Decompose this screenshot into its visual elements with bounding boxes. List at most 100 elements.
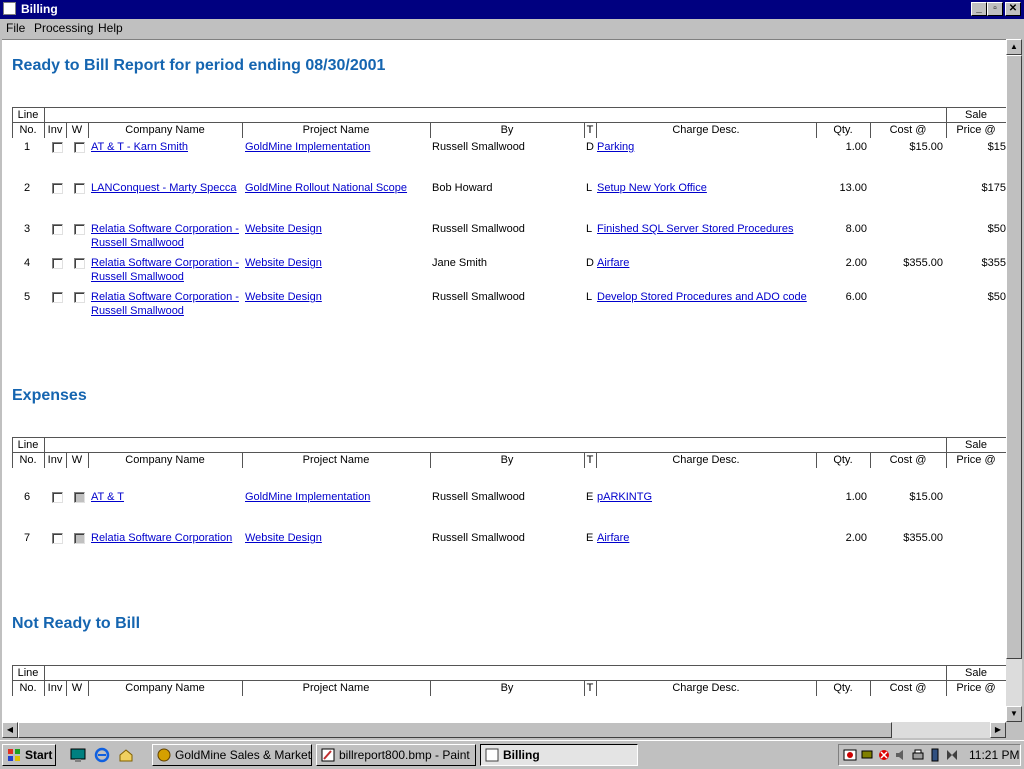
vertical-scrollbar[interactable]: ▲ ▼	[1006, 39, 1022, 722]
desktop-icon[interactable]	[70, 747, 86, 763]
company-link[interactable]: Relatia Software Corporation -	[91, 223, 239, 235]
inv-checkbox[interactable]	[52, 533, 63, 544]
project-link[interactable]: Website Design	[245, 257, 322, 269]
windows-logo-icon	[8, 749, 20, 761]
by-text: Russell Smallwood	[432, 532, 525, 544]
section-title-ready: Ready to Bill Report for period ending 0…	[12, 57, 386, 74]
app-icon[interactable]	[3, 2, 16, 15]
w-checkbox[interactable]	[74, 183, 85, 194]
start-button[interactable]: Start	[2, 744, 56, 766]
inv-checkbox[interactable]	[52, 224, 63, 235]
charge-link[interactable]: Develop Stored Procedures and ADO code	[597, 291, 807, 303]
start-label: Start	[25, 748, 53, 762]
project-link[interactable]: GoldMine Implementation	[245, 491, 370, 503]
minimize-button[interactable]: _	[971, 2, 987, 16]
header-charge: Charge Desc.	[672, 124, 740, 136]
vertical-scroll-thumb[interactable]	[1006, 55, 1022, 659]
header-qty: Qty.	[833, 682, 853, 694]
charge-link[interactable]: Parking	[597, 141, 634, 153]
inv-checkbox[interactable]	[52, 183, 63, 194]
inv-checkbox[interactable]	[52, 492, 63, 503]
price-value: $50	[987, 291, 1006, 303]
type-text: E	[586, 532, 594, 544]
menu-processing[interactable]: Processing	[34, 21, 93, 35]
horizontal-scroll-thumb[interactable]	[18, 722, 892, 738]
project-link[interactable]: GoldMine Implementation	[245, 141, 370, 153]
charge-link[interactable]: Setup New York Office	[597, 182, 707, 194]
header-t: T	[586, 682, 594, 694]
title-bar[interactable]: Billing _ ▫ ✕	[0, 0, 1024, 19]
cost-value: $355.00	[903, 532, 943, 544]
company-link[interactable]: LANConquest - Marty Specca	[91, 182, 237, 194]
w-checkbox[interactable]	[74, 258, 85, 269]
header-company: Company Name	[125, 124, 205, 136]
by-text: Russell Smallwood	[432, 491, 525, 503]
project-link[interactable]: Website Design	[245, 291, 322, 303]
company-link[interactable]: Relatia Software Corporation -	[91, 291, 239, 303]
inv-checkbox[interactable]	[52, 292, 63, 303]
header-line: Line	[17, 109, 39, 121]
charge-link[interactable]: Airfare	[597, 532, 629, 544]
qty-value: 1.00	[845, 141, 867, 153]
cost-value: $15.00	[909, 491, 943, 503]
outlook-icon[interactable]	[118, 747, 134, 763]
menu-bar: File Processing Help	[0, 19, 1024, 38]
w-checkbox[interactable]	[74, 224, 85, 235]
butterfly-icon[interactable]	[945, 748, 959, 762]
row-no: 3	[24, 223, 31, 235]
charge-link[interactable]: Finished SQL Server Stored Procedures	[597, 223, 793, 235]
charge-link[interactable]: pARKINTG	[597, 491, 652, 503]
scroll-right-arrow-icon[interactable]: ▶	[990, 722, 1006, 738]
disconnected-icon[interactable]	[877, 748, 891, 762]
company-link[interactable]: Relatia Software Corporation	[91, 532, 232, 544]
header-price: Price @	[956, 454, 996, 466]
scroll-down-arrow-icon[interactable]: ▼	[1006, 706, 1022, 722]
by-text: Russell Smallwood	[432, 141, 525, 153]
company-link-line2[interactable]: Russell Smallwood	[91, 237, 184, 249]
price-value: $175	[981, 182, 1006, 194]
task-billing[interactable]: Billing	[480, 744, 638, 766]
scroll-up-arrow-icon[interactable]: ▲	[1006, 39, 1022, 55]
inv-checkbox[interactable]	[52, 142, 63, 153]
inv-checkbox[interactable]	[52, 258, 63, 269]
restore-button[interactable]: ▫	[987, 2, 1003, 16]
company-link-line2[interactable]: Russell Smallwood	[91, 271, 184, 283]
company-link[interactable]: AT & T - Karn Smith	[91, 141, 188, 153]
company-link[interactable]: AT & T	[91, 491, 124, 503]
header-by: By	[500, 124, 514, 136]
company-link-line2[interactable]: Russell Smallwood	[91, 305, 184, 317]
horizontal-scrollbar[interactable]: ◀ ▶	[2, 722, 1006, 738]
menu-file[interactable]: File	[6, 21, 25, 35]
row-no: 1	[24, 141, 31, 153]
project-link[interactable]: GoldMine Rollout National Scope	[245, 182, 407, 194]
project-link[interactable]: Website Design	[245, 532, 322, 544]
charge-link[interactable]: Airfare	[597, 257, 629, 269]
report-area: Ready to Bill Report for period ending 0…	[2, 39, 1006, 723]
menu-help[interactable]: Help	[98, 21, 123, 35]
qty-value: 6.00	[845, 291, 867, 303]
company-link[interactable]: Relatia Software Corporation -	[91, 257, 239, 269]
volume-icon[interactable]	[894, 748, 908, 762]
by-text: Jane Smith	[432, 257, 488, 269]
header-inv: Inv	[47, 682, 63, 694]
header-no: No.	[19, 454, 37, 466]
qty-value: 8.00	[845, 223, 867, 235]
close-button[interactable]: ✕	[1005, 2, 1021, 16]
w-checkbox	[74, 533, 85, 544]
task-paint[interactable]: billreport800.bmp - Paint	[316, 744, 476, 766]
header-line: Line	[17, 667, 39, 679]
internet-explorer-icon[interactable]	[94, 747, 110, 763]
w-checkbox[interactable]	[74, 292, 85, 303]
mobile-icon[interactable]	[928, 748, 942, 762]
scroll-left-arrow-icon[interactable]: ◀	[2, 722, 18, 738]
project-link[interactable]: Website Design	[245, 223, 322, 235]
w-checkbox[interactable]	[74, 142, 85, 153]
qty-value: 2.00	[845, 532, 867, 544]
scheduler-icon[interactable]	[843, 748, 857, 762]
printer-icon[interactable]	[911, 748, 925, 762]
task-goldmine[interactable]: GoldMine Sales & Marketing	[152, 744, 312, 766]
task-billing-label: Billing	[503, 748, 540, 762]
task-paint-label: billreport800.bmp - Paint	[339, 748, 470, 762]
network-icon[interactable]	[860, 748, 874, 762]
row-no: 2	[24, 182, 31, 194]
